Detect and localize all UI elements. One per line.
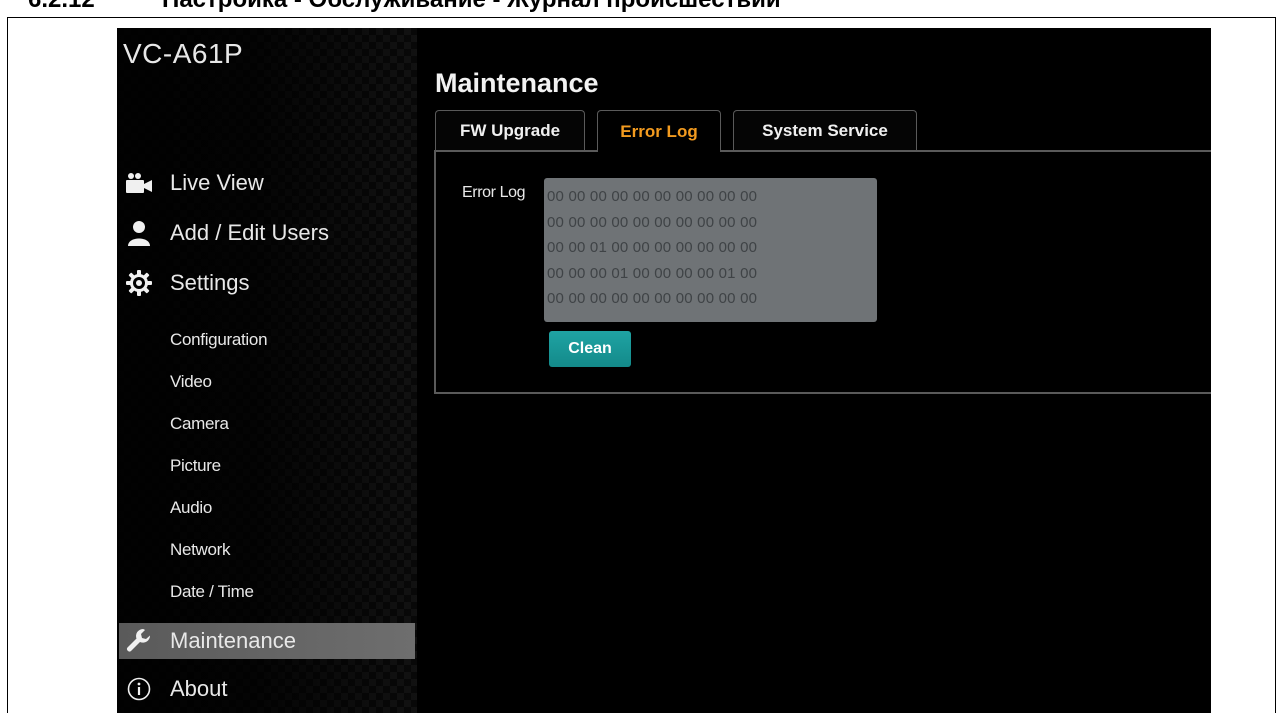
nav-network[interactable]: Network <box>170 540 231 564</box>
log-line: 00 00 00 00 00 00 00 00 00 00 <box>547 290 758 307</box>
nav-live-view-label: Live View <box>170 170 264 195</box>
nav-about-label: About <box>170 676 228 701</box>
nav-settings[interactable]: Settings <box>117 265 417 301</box>
nav-settings-label: Settings <box>170 270 250 295</box>
nav-video[interactable]: Video <box>170 372 212 396</box>
log-line: 00 00 00 00 00 00 00 00 00 00 <box>547 188 758 205</box>
gear-icon <box>119 270 159 296</box>
main-content: Maintenance FW Upgrade Error Log System … <box>417 28 1211 713</box>
nav-picture[interactable]: Picture <box>170 456 221 480</box>
error-log-textarea[interactable]: 00 00 00 00 00 00 00 00 00 00 00 00 00 0… <box>544 178 877 322</box>
nav-maintenance[interactable]: Maintenance <box>119 623 415 659</box>
web-ui: VC-A61P Live View Add / Edit Users Setti… <box>117 28 1211 713</box>
nav-configuration[interactable]: Configuration <box>170 330 268 354</box>
nav-camera[interactable]: Camera <box>170 414 229 438</box>
nav-date-time[interactable]: Date / Time <box>170 582 254 606</box>
section-number: 6.2.12 <box>28 0 95 14</box>
nav-add-edit-users[interactable]: Add / Edit Users <box>117 215 417 251</box>
tab-system-service[interactable]: System Service <box>733 110 917 151</box>
nav-about[interactable]: About <box>117 671 417 707</box>
user-icon <box>119 220 159 246</box>
live-view-icon <box>119 172 159 194</box>
sidebar: VC-A61P Live View Add / Edit Users Setti… <box>117 28 417 713</box>
document-section-heading: 6.2.12 Настройка - Обслуживание - Журнал… <box>0 0 1282 14</box>
page-title: Maintenance <box>435 68 599 98</box>
tab-error-log[interactable]: Error Log <box>597 110 721 152</box>
device-name: VC-A61P <box>123 38 244 69</box>
section-title: Настройка - Обслуживание - Журнал происш… <box>162 0 781 14</box>
nav-audio[interactable]: Audio <box>170 498 212 522</box>
nav-add-edit-users-label: Add / Edit Users <box>170 220 329 245</box>
error-log-panel: Error Log 00 00 00 00 00 00 00 00 00 00 … <box>434 150 1211 394</box>
nav-live-view[interactable]: Live View <box>117 165 417 201</box>
log-line: 00 00 01 00 00 00 00 00 00 00 <box>547 239 758 256</box>
log-line: 00 00 00 01 00 00 00 00 01 00 <box>547 264 758 282</box>
log-line: 00 00 00 00 00 00 00 00 00 00 <box>547 213 758 231</box>
tab-bar: FW Upgrade Error Log System Service <box>435 110 1211 152</box>
tab-fw-upgrade[interactable]: FW Upgrade <box>435 110 585 151</box>
wrench-icon <box>119 628 159 654</box>
nav-maintenance-label: Maintenance <box>170 628 296 653</box>
error-log-label: Error Log <box>462 184 526 201</box>
info-icon <box>119 677 159 701</box>
clean-button[interactable]: Clean <box>549 331 631 367</box>
